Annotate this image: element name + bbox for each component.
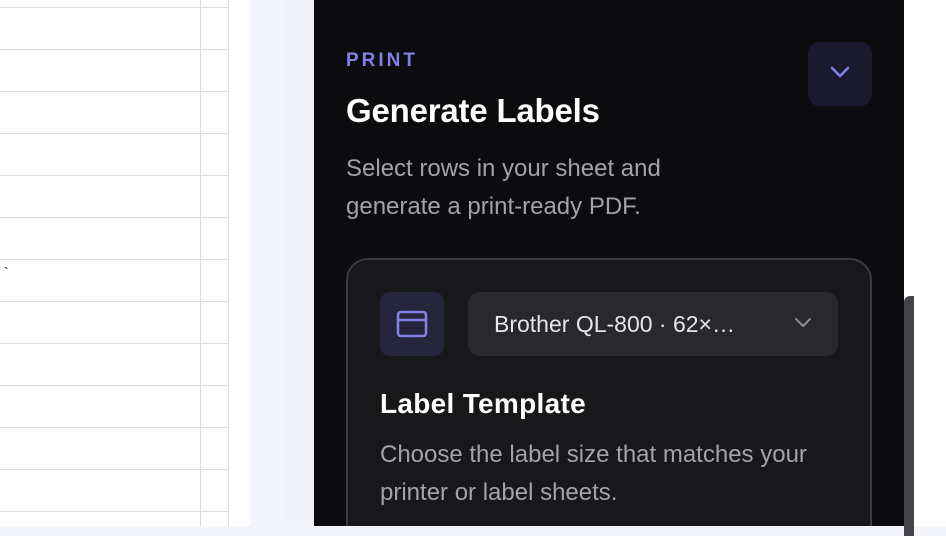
panel-subtitle: Select rows in your sheet and generate a… bbox=[346, 155, 661, 220]
sheet-row[interactable]: ` bbox=[0, 260, 228, 302]
sheet-cell[interactable] bbox=[0, 92, 201, 133]
sheet-row[interactable] bbox=[0, 0, 228, 8]
sheet-cell[interactable] bbox=[0, 470, 201, 511]
sheet-cell[interactable] bbox=[0, 344, 201, 385]
sheet-row[interactable] bbox=[0, 386, 228, 428]
divider bbox=[250, 0, 282, 526]
sheet-row[interactable] bbox=[0, 512, 228, 526]
sheet-cell[interactable] bbox=[0, 218, 201, 259]
template-select-value: Brother QL-800 · 62×… bbox=[494, 311, 735, 337]
divider bbox=[229, 0, 250, 526]
sheet-cell[interactable] bbox=[0, 8, 201, 49]
collapse-button[interactable] bbox=[808, 42, 872, 106]
sheet-row[interactable] bbox=[0, 134, 228, 176]
sheet-cell[interactable] bbox=[202, 218, 228, 259]
sheet-cell[interactable] bbox=[202, 134, 228, 175]
panel-title: Generate Labels bbox=[346, 92, 600, 129]
sheet-cell[interactable] bbox=[202, 386, 228, 427]
sheet-row[interactable] bbox=[0, 428, 228, 470]
sheet-row[interactable] bbox=[0, 344, 228, 386]
sheet-row[interactable] bbox=[0, 218, 228, 260]
sheet-cell[interactable] bbox=[202, 92, 228, 133]
sheet-cell[interactable]: ` bbox=[0, 260, 201, 301]
sheet-row[interactable] bbox=[0, 50, 228, 92]
sheet-cell[interactable] bbox=[0, 0, 201, 7]
sheet-cell[interactable] bbox=[202, 176, 228, 217]
card-title: Label Template bbox=[380, 388, 586, 419]
sheet-cell[interactable] bbox=[202, 512, 228, 526]
sheet-cell[interactable] bbox=[202, 344, 228, 385]
sheet-row[interactable] bbox=[0, 8, 228, 50]
divider bbox=[282, 0, 314, 526]
card-description: Choose the label size that matches your … bbox=[380, 441, 807, 506]
sheet-cell[interactable] bbox=[202, 0, 228, 7]
sheet-cell[interactable] bbox=[0, 512, 201, 526]
sheet-cell[interactable] bbox=[0, 50, 201, 91]
sheet-cell[interactable] bbox=[202, 470, 228, 511]
sheet-row[interactable] bbox=[0, 176, 228, 218]
sheet-cell[interactable] bbox=[0, 176, 201, 217]
label-template-select[interactable]: Brother QL-800 · 62×… bbox=[468, 292, 838, 356]
scrollbar-thumb[interactable] bbox=[904, 296, 914, 536]
sheet-row[interactable] bbox=[0, 470, 228, 512]
sheet-cell[interactable] bbox=[202, 50, 228, 91]
sheet-row[interactable] bbox=[0, 302, 228, 344]
label-template-icon bbox=[380, 292, 444, 356]
chevron-down-icon bbox=[794, 316, 812, 330]
sheet-cell[interactable] bbox=[0, 302, 201, 343]
sheet-cell[interactable] bbox=[202, 302, 228, 343]
sheet-cell[interactable] bbox=[202, 428, 228, 469]
sheet-row[interactable] bbox=[0, 92, 228, 134]
sheet-cell[interactable] bbox=[202, 260, 228, 301]
chevron-down-icon bbox=[829, 65, 851, 84]
generate-labels-panel: PRINT Generate Labels Select rows in you… bbox=[314, 0, 904, 526]
sheet-cell[interactable] bbox=[202, 8, 228, 49]
section-eyebrow: PRINT bbox=[346, 50, 418, 71]
spreadsheet-grid: ` bbox=[0, 0, 229, 526]
sheet-cell[interactable] bbox=[0, 386, 201, 427]
label-template-card: Brother QL-800 · 62×… Label Template Cho… bbox=[346, 258, 872, 526]
sheet-cell[interactable] bbox=[0, 134, 201, 175]
sheet-cell[interactable] bbox=[0, 428, 201, 469]
